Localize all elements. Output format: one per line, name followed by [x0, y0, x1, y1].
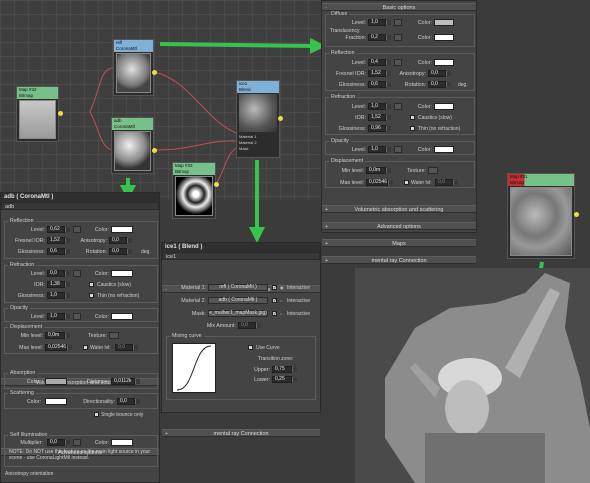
material2-button[interactable]: adb ( CoronaMtl ) [208, 297, 268, 304]
disp-min-spinner[interactable]: 0,0m [45, 332, 70, 339]
fraction-spinner[interactable]: 0,2 [368, 34, 391, 41]
disp-max-spinner[interactable]: 0,02546 [45, 344, 72, 351]
adb-material-panel: adb ( CoronaMtl ) adb Reflection Level: … [0, 192, 160, 483]
map-button-icon[interactable] [428, 167, 438, 174]
material-name-field[interactable]: adb [1, 202, 159, 210]
map-button-icon[interactable] [394, 59, 402, 66]
translucency-color-swatch[interactable] [434, 34, 454, 41]
map-button-icon[interactable] [73, 270, 81, 277]
opacity-color-swatch[interactable] [434, 146, 454, 153]
gloss-spinner[interactable]: 0,6 [368, 81, 391, 88]
multiplier-spinner[interactable]: 0,0 [47, 439, 70, 446]
water-level-spinner[interactable]: 0,0 [115, 344, 138, 351]
caustics-checkbox[interactable] [410, 115, 415, 120]
material1-button[interactable]: refl ( CoronaMtl ) [208, 284, 268, 291]
refl-level-spinner[interactable]: 0,62 [47, 226, 70, 233]
water-level-spinner[interactable]: 0,0 [435, 179, 458, 186]
refr-level-spinner[interactable]: 0,0 [47, 270, 70, 277]
map-button-icon[interactable] [109, 332, 119, 339]
aniso-spinner[interactable]: 0,0 [109, 237, 132, 244]
single-bounce-checkbox[interactable] [94, 412, 99, 417]
render-preview [355, 268, 590, 483]
fresnel-spinner[interactable]: 1,52 [47, 237, 70, 244]
thin-checkbox[interactable] [89, 293, 94, 298]
rotation-spinner[interactable]: 0,0 [109, 248, 132, 255]
refr-color-swatch[interactable] [111, 270, 133, 277]
opacity-color-swatch[interactable] [111, 313, 133, 320]
refl-level-spinner[interactable]: 0,4 [368, 59, 391, 66]
radio-icon[interactable]: ◉ [280, 285, 284, 290]
scattering-color-swatch[interactable] [45, 398, 67, 405]
map-button-icon[interactable] [73, 439, 81, 446]
refr-color-swatch[interactable] [434, 103, 454, 110]
use-curve-checkbox[interactable] [248, 345, 253, 350]
mask-button[interactable]: e_mulher1_mapMask.jpg) [208, 310, 268, 317]
material-name-field[interactable]: ice1 [162, 252, 320, 260]
water-checkbox[interactable] [83, 345, 88, 350]
refl-color-swatch[interactable] [434, 59, 454, 66]
absorption-color-swatch[interactable] [45, 378, 67, 385]
mixing-curve-graph [172, 343, 216, 393]
map-button-icon[interactable] [73, 313, 81, 320]
refr-gloss-spinner[interactable]: 1,0 [47, 292, 70, 299]
ior-spinner[interactable]: 1,38 [47, 281, 70, 288]
radio-icon[interactable]: ○ [280, 298, 282, 303]
disp-min-spinner[interactable]: 0,0m [366, 167, 391, 174]
rollout-advanced[interactable]: + Advanced options [322, 222, 476, 230]
aniso-spinner[interactable]: 0,0 [428, 70, 451, 77]
opacity-level-spinner[interactable]: 1,0 [47, 313, 70, 320]
mix-amount-spinner[interactable]: 0,0 [238, 322, 261, 329]
distance-spinner[interactable]: 0,0112k [111, 378, 140, 385]
lower-spinner[interactable]: 0,25 [272, 376, 297, 383]
thin-checkbox[interactable] [410, 126, 415, 131]
rollout-maps[interactable]: + Maps [322, 239, 476, 247]
rollout-mental-ray[interactable]: + mental ray Connection [322, 256, 476, 264]
upper-spinner[interactable]: 0,75 [272, 366, 297, 373]
basic-options-panel: - Basic options Diffuse Level: 1,0 Color:… [321, 0, 477, 264]
minus-icon: - [325, 5, 327, 11]
map-button-icon[interactable] [394, 19, 402, 26]
panel-title: adb ( CoronaMtl ) [1, 193, 159, 202]
disp-max-spinner[interactable]: 0,02546 [366, 179, 393, 186]
water-checkbox[interactable] [404, 180, 409, 185]
self-illum-color-swatch[interactable] [111, 439, 133, 446]
blend-material-panel: ice1 ( Blend ) ice1 -Blend Basic Paramet… [161, 242, 321, 437]
directionality-spinner[interactable]: 0,0 [117, 398, 140, 405]
refr-gloss-spinner[interactable]: 0,96 [368, 125, 391, 132]
rollout-basic-options[interactable]: - Basic options [322, 3, 476, 11]
map-button-icon[interactable] [394, 146, 402, 153]
rollout-mental-ray[interactable]: + mental ray Connection [162, 429, 320, 437]
mask-enable-checkbox[interactable]: ✓ [272, 311, 277, 317]
map-button-icon[interactable] [73, 226, 81, 233]
rotation-spinner[interactable]: 0,0 [428, 81, 451, 88]
gloss-spinner[interactable]: 0,6 [47, 248, 70, 255]
material2-enable-checkbox[interactable]: ✓ [272, 298, 277, 304]
fresnel-spinner[interactable]: 1,52 [368, 70, 391, 77]
ior-spinner[interactable]: 1,52 [368, 114, 391, 121]
radio-icon[interactable]: ○ [280, 311, 282, 316]
rollout-volumetric[interactable]: + Volumetric absorption and scattering [322, 205, 476, 213]
diffuse-level-spinner[interactable]: 1,0 [368, 19, 391, 26]
refr-level-spinner[interactable]: 1,0 [368, 103, 391, 110]
material1-enable-checkbox[interactable]: ✓ [272, 285, 277, 291]
diffuse-color-swatch[interactable] [434, 19, 454, 26]
panel-title: ice1 ( Blend ) [162, 243, 320, 252]
map-button-icon[interactable] [394, 34, 402, 41]
opacity-level-spinner[interactable]: 1,0 [368, 146, 391, 153]
caustics-checkbox[interactable] [89, 282, 94, 287]
map-button-icon[interactable] [394, 103, 402, 110]
refl-color-swatch[interactable] [111, 226, 133, 233]
